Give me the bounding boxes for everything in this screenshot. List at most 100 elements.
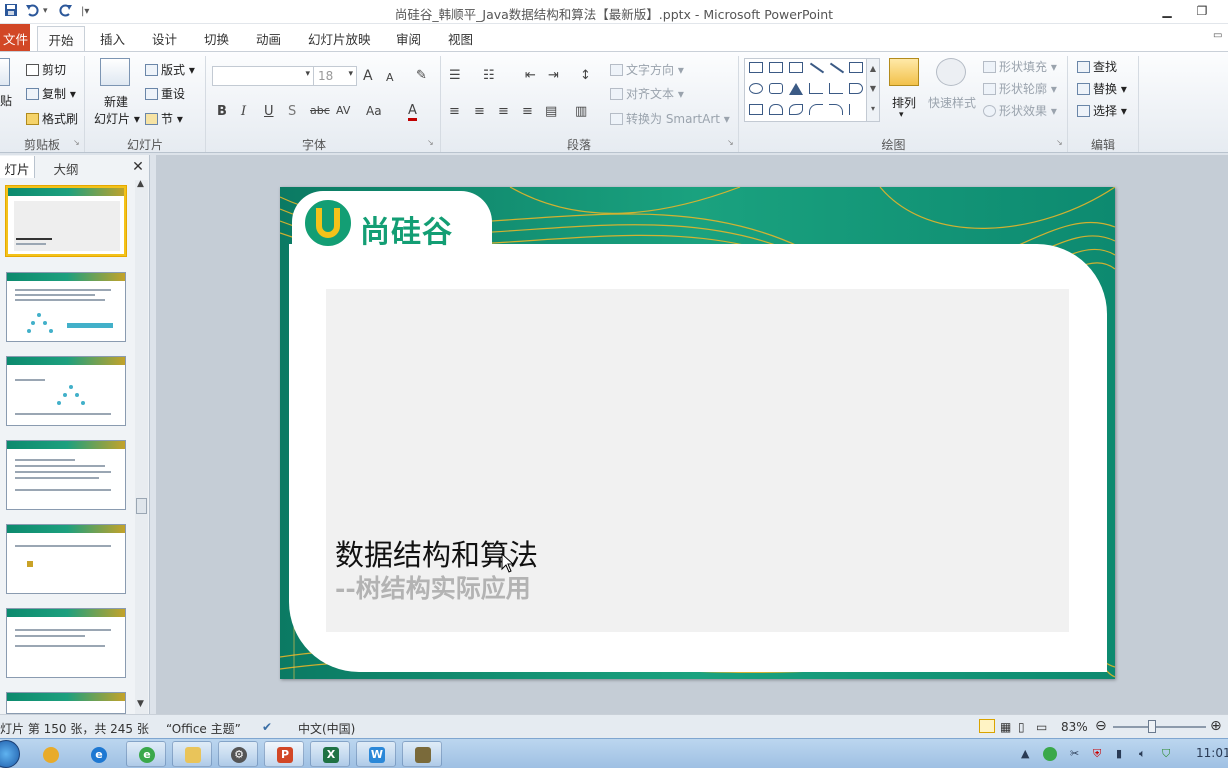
shape-fill-button[interactable]: 形状填充 ▾ bbox=[983, 58, 1057, 75]
scroll-up-icon[interactable]: ▲ bbox=[137, 179, 144, 189]
reset-button[interactable]: 重设 bbox=[145, 85, 185, 102]
taskbar-app[interactable]: ⚙ bbox=[218, 741, 258, 767]
volume-icon[interactable]: 🔈︎ bbox=[1139, 747, 1146, 761]
arrange-button[interactable]: 排列 bbox=[892, 94, 916, 111]
slide-thumbnail[interactable] bbox=[6, 272, 126, 342]
grow-font-button[interactable]: A bbox=[363, 68, 373, 84]
paste-icon[interactable] bbox=[0, 58, 10, 86]
zoom-out-icon[interactable]: ⊖ bbox=[1095, 718, 1107, 734]
clear-format-icon[interactable]: ✎ bbox=[416, 68, 427, 83]
spell-check-icon[interactable]: ✔ bbox=[262, 720, 272, 734]
shapes-gallery[interactable] bbox=[744, 58, 880, 122]
section-button[interactable]: 节 ▾ bbox=[145, 110, 183, 127]
shield-icon[interactable]: ⛉ bbox=[1162, 747, 1170, 761]
quick-styles-icon[interactable] bbox=[936, 58, 966, 86]
slide-thumbnail[interactable] bbox=[6, 524, 126, 594]
shape-down-arrow-icon[interactable] bbox=[749, 104, 763, 115]
char-spacing-button[interactable]: AV bbox=[336, 104, 350, 117]
slide-thumbnail[interactable] bbox=[6, 186, 126, 256]
tab-slides[interactable]: 灯片 bbox=[0, 156, 35, 178]
columns-icon[interactable]: ▥ bbox=[575, 104, 587, 119]
shape-callout-icon[interactable] bbox=[769, 104, 783, 115]
taskbar-app[interactable] bbox=[30, 741, 70, 767]
start-button[interactable] bbox=[0, 740, 20, 768]
shape-outline-button[interactable]: 形状轮廓 ▾ bbox=[983, 80, 1057, 97]
align-left-icon[interactable]: ≡ bbox=[449, 104, 460, 119]
tab-view[interactable]: 视图 bbox=[448, 29, 473, 48]
align-text-button[interactable]: 对齐文本 ▾ bbox=[610, 85, 684, 102]
new-slide-icon[interactable] bbox=[100, 58, 130, 86]
shape-right-arrow-icon[interactable] bbox=[849, 83, 863, 94]
paste-button[interactable]: 贴 bbox=[0, 92, 12, 109]
shape-textbox-icon[interactable] bbox=[789, 62, 803, 73]
copy-button[interactable]: 复制 ▾ bbox=[26, 85, 76, 102]
slide-thumbnail[interactable] bbox=[6, 356, 126, 426]
tray-app-icon[interactable] bbox=[1043, 747, 1057, 761]
shape-rectangle-icon[interactable] bbox=[849, 62, 863, 73]
tab-review[interactable]: 审阅 bbox=[396, 29, 421, 48]
strikethrough-button[interactable]: abc bbox=[310, 104, 330, 117]
language-indicator[interactable]: 中文(中国) bbox=[298, 720, 355, 737]
shape-oval-icon[interactable] bbox=[749, 83, 763, 94]
shape-connector-icon[interactable] bbox=[809, 83, 823, 94]
shape-triangle-icon[interactable] bbox=[789, 83, 803, 95]
slide-sorter-icon[interactable]: ▦ bbox=[1000, 720, 1011, 734]
shape-textbox-icon[interactable] bbox=[749, 62, 763, 73]
tab-home[interactable]: 开始 bbox=[37, 26, 85, 53]
increase-indent-icon[interactable]: ⇥ bbox=[548, 68, 559, 83]
quick-styles-button[interactable]: 快速样式 bbox=[928, 94, 976, 111]
new-slide-label[interactable]: 新建 bbox=[104, 93, 128, 110]
tab-design[interactable]: 设计 bbox=[152, 29, 177, 48]
tray-security-icon[interactable]: ⛨ bbox=[1093, 747, 1101, 761]
justify-icon[interactable]: ≡ bbox=[522, 104, 533, 119]
theme-name[interactable]: “Office 主题” bbox=[166, 720, 241, 737]
shape-textbox-icon[interactable] bbox=[769, 62, 783, 73]
italic-button[interactable]: I bbox=[241, 104, 246, 119]
shape-line-icon[interactable] bbox=[809, 62, 825, 74]
tab-transitions[interactable]: 切换 bbox=[204, 29, 229, 48]
shape-arc-icon[interactable] bbox=[829, 104, 843, 115]
shape-freeform-icon[interactable] bbox=[789, 104, 803, 115]
shape-connector-icon[interactable] bbox=[829, 83, 843, 94]
replace-button[interactable]: 替换 ▾ bbox=[1077, 80, 1127, 97]
network-icon[interactable]: ▮ bbox=[1116, 747, 1122, 760]
change-case-button[interactable]: Aa bbox=[366, 104, 382, 118]
close-icon[interactable]: ✕ bbox=[130, 156, 146, 178]
zoom-slider-thumb[interactable] bbox=[1148, 720, 1156, 733]
normal-view-icon[interactable] bbox=[979, 719, 995, 733]
drawing-launcher-icon[interactable]: ↘ bbox=[1056, 138, 1063, 147]
shape-effects-button[interactable]: 形状效果 ▾ bbox=[983, 102, 1057, 119]
bold-button[interactable]: B bbox=[217, 104, 227, 119]
slideshow-view-icon[interactable]: ▭ bbox=[1036, 720, 1047, 734]
cut-button[interactable]: 剪切 bbox=[26, 61, 66, 78]
zoom-slider[interactable] bbox=[1113, 726, 1206, 728]
arrange-icon[interactable] bbox=[889, 58, 919, 86]
shape-rounded-rect-icon[interactable] bbox=[769, 83, 783, 94]
shrink-font-button[interactable]: A bbox=[386, 71, 394, 84]
taskbar-app[interactable] bbox=[172, 741, 212, 767]
text-direction-button[interactable]: 文字方向 ▾ bbox=[610, 61, 684, 78]
new-slide-dropdown[interactable]: 幻灯片 ▾ bbox=[94, 110, 140, 127]
underline-button[interactable]: U bbox=[264, 104, 274, 119]
taskbar-app[interactable]: e bbox=[78, 741, 118, 767]
distribute-icon[interactable]: ▤ bbox=[545, 104, 557, 119]
tab-outline[interactable]: 大纲 bbox=[36, 156, 96, 178]
tab-slideshow[interactable]: 幻灯片放映 bbox=[308, 29, 371, 48]
shape-arrow-icon[interactable] bbox=[829, 62, 845, 74]
line-spacing-icon[interactable]: ↕ bbox=[580, 68, 591, 83]
slide-thumbnail[interactable] bbox=[6, 440, 126, 510]
system-clock[interactable]: 11:01 bbox=[1196, 746, 1228, 760]
tray-tool-icon[interactable]: ✂ bbox=[1070, 747, 1079, 760]
zoom-level[interactable]: 83% bbox=[1061, 720, 1088, 734]
taskbar-app[interactable]: X bbox=[310, 741, 350, 767]
slides-panel-scrollbar[interactable]: ▲ ▼ bbox=[135, 179, 148, 714]
slide[interactable]: 尚硅谷 数据结构和算法 --树结构实际应用 bbox=[280, 187, 1115, 679]
bullets-icon[interactable]: ☰ bbox=[449, 68, 461, 83]
paragraph-launcher-icon[interactable]: ↘ bbox=[727, 138, 734, 147]
decrease-indent-icon[interactable]: ⇤ bbox=[525, 68, 536, 83]
font-size-combo[interactable]: 18 ▾ bbox=[313, 66, 357, 86]
shapes-gallery-scroll[interactable]: ▲ ▼ ▾ bbox=[866, 58, 880, 122]
scroll-thumb[interactable] bbox=[136, 498, 147, 514]
tab-insert[interactable]: 插入 bbox=[100, 29, 125, 48]
tray-expand-icon[interactable]: ▲ bbox=[1021, 747, 1029, 760]
